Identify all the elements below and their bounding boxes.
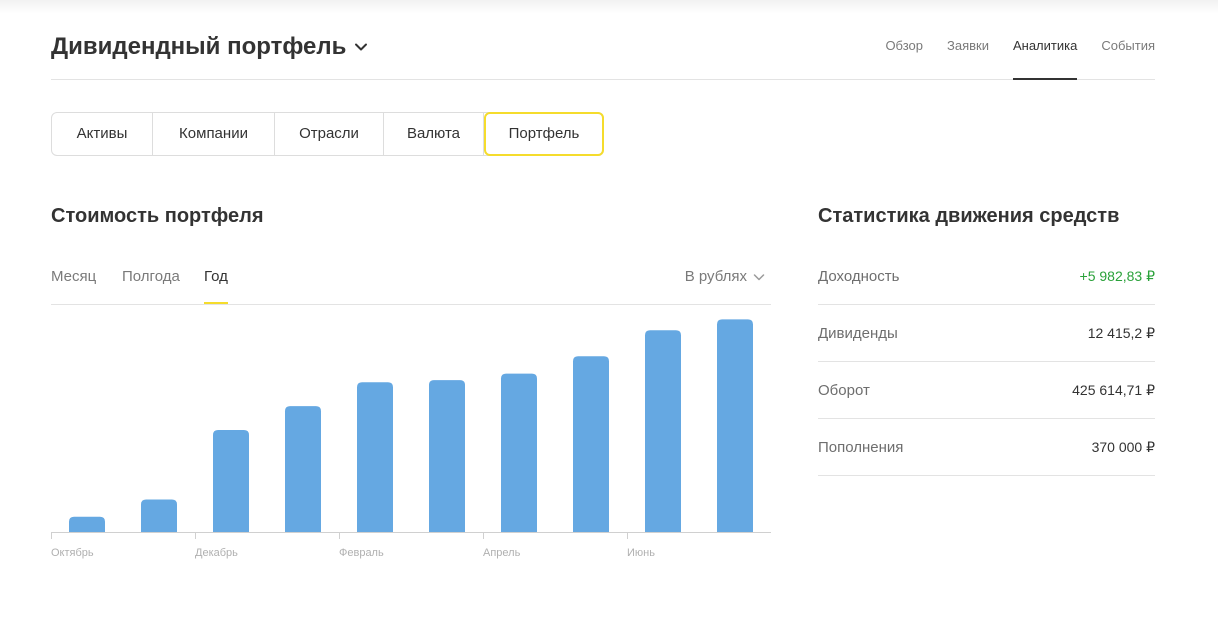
main-nav: Обзор Заявки Аналитика События <box>861 30 1155 80</box>
stat-row-turnover: Оборот 425 614,71 ₽ <box>818 362 1155 419</box>
segment-currency[interactable]: Валюта <box>384 113 484 155</box>
segment-companies[interactable]: Компании <box>153 113 275 155</box>
stat-label: Доходность <box>818 267 900 285</box>
stat-value: 425 614,71 ₽ <box>1072 381 1155 398</box>
chevron-down-icon <box>753 273 765 280</box>
bar-Май[interactable] <box>573 356 609 532</box>
top-shadow <box>0 0 1218 14</box>
bar-Апрель[interactable] <box>501 373 537 532</box>
x-tick-label: Декабрь <box>195 547 238 559</box>
stat-label: Дивиденды <box>818 324 898 342</box>
nav-tab-analytics[interactable]: Аналитика <box>1012 30 1078 80</box>
segment-assets[interactable]: Активы <box>52 113 153 155</box>
currency-dropdown[interactable]: В рублях <box>685 268 765 285</box>
bar-Февраль[interactable] <box>357 382 393 532</box>
analytics-segment-control: Активы Компании Отрасли Валюта Портфель <box>51 112 604 156</box>
stat-row-yield: Доходность +5 982,83 ₽ <box>818 248 1155 305</box>
nav-tab-events[interactable]: События <box>1101 30 1155 80</box>
stat-value: 370 000 ₽ <box>1091 438 1155 455</box>
x-tick-label: Июнь <box>627 547 655 559</box>
stat-row-deposits: Пополнения 370 000 ₽ <box>818 419 1155 476</box>
cashflow-stats: Доходность +5 982,83 ₽ Дивиденды 12 415,… <box>818 248 1155 476</box>
currency-label: В рублях <box>684 268 747 285</box>
stat-value: +5 982,83 ₽ <box>1079 267 1155 284</box>
stat-row-dividends: Дивиденды 12 415,2 ₽ <box>818 305 1155 362</box>
portfolio-header: Дивидендный портфель Обзор Заявки Аналит… <box>51 30 1155 80</box>
period-tab-year[interactable]: Год <box>204 268 228 304</box>
segment-portfolio[interactable]: Портфель <box>484 112 604 156</box>
nav-tab-overview[interactable]: Обзор <box>885 30 923 80</box>
period-tabs: Месяц Полгода Год В рублях <box>51 258 771 305</box>
x-tick-label: Февраль <box>339 547 384 559</box>
cashflow-stats-title: Статистика движения средств <box>818 205 1120 227</box>
bar-Январь[interactable] <box>285 406 321 532</box>
period-tab-month[interactable]: Месяц <box>51 268 96 285</box>
portfolio-value-title: Стоимость портфеля <box>51 205 264 227</box>
bar-Ноябрь[interactable] <box>141 499 177 532</box>
chevron-down-icon <box>355 43 368 51</box>
portfolio-title: Дивидендный портфель <box>51 33 347 60</box>
period-tab-half-year[interactable]: Полгода <box>122 268 180 285</box>
stat-value: 12 415,2 ₽ <box>1087 324 1155 341</box>
stat-label: Оборот <box>818 381 870 399</box>
bar-Октябрь[interactable] <box>69 516 105 532</box>
bar-Июль[interactable] <box>717 319 753 532</box>
stat-label: Пополнения <box>818 438 904 456</box>
segment-sectors[interactable]: Отрасли <box>275 113 384 155</box>
bar-Декабрь[interactable] <box>213 430 249 532</box>
x-tick-label: Октябрь <box>51 547 94 559</box>
portfolio-selector[interactable]: Дивидендный портфель <box>51 33 368 61</box>
nav-tab-orders[interactable]: Заявки <box>947 30 989 80</box>
bar-Март[interactable] <box>429 380 465 532</box>
bar-Июнь[interactable] <box>645 330 681 532</box>
x-tick-label: Апрель <box>483 547 521 559</box>
